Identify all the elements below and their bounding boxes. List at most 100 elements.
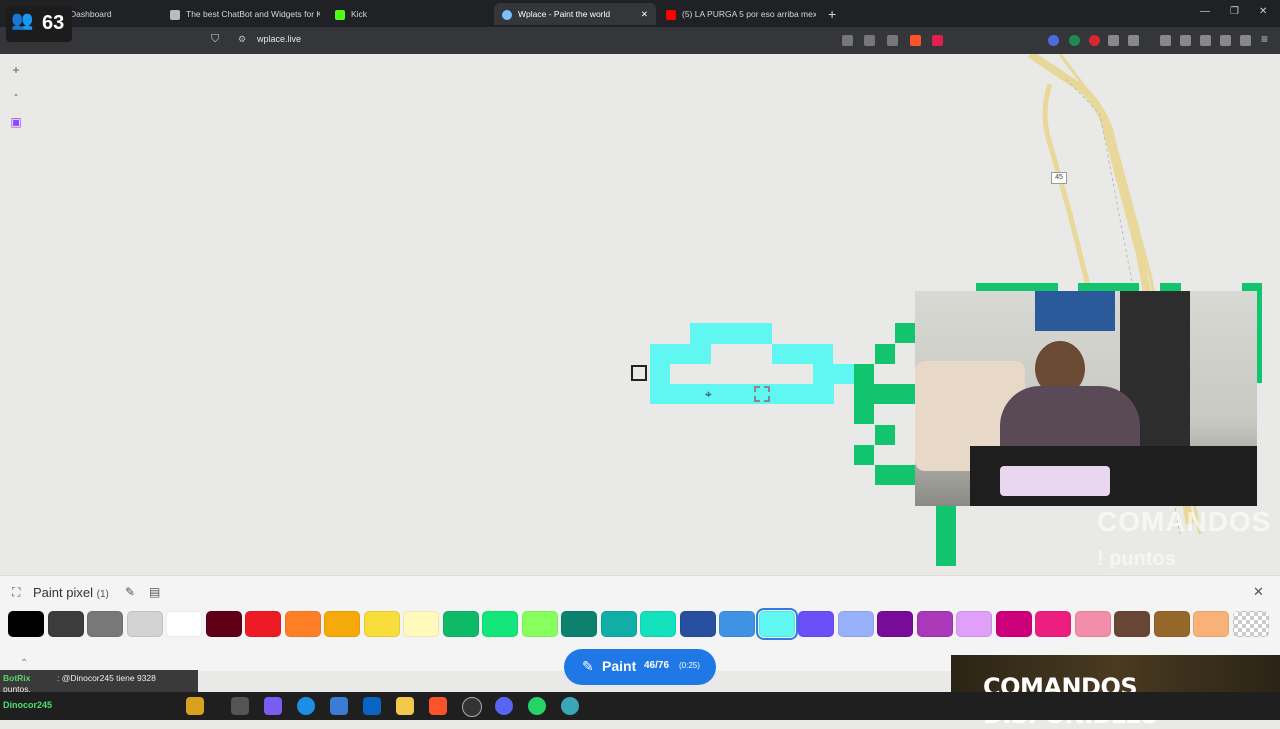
color-swatch[interactable]: [679, 611, 716, 637]
tab-label: Dashboard: [70, 9, 112, 19]
close-tab-icon[interactable]: ✕: [641, 3, 648, 25]
zoom-out-button[interactable]: -: [8, 86, 24, 102]
edge-icon[interactable]: [297, 697, 315, 715]
color-swatch[interactable]: [47, 611, 84, 637]
color-swatch[interactable]: [363, 611, 400, 637]
screen-icon[interactable]: [842, 35, 853, 46]
extension-5-icon[interactable]: [1128, 35, 1139, 46]
zoom-in-button[interactable]: +: [8, 62, 24, 78]
pixel-block: [650, 364, 670, 384]
color-swatch[interactable]: [403, 611, 439, 637]
copilot-icon[interactable]: [186, 697, 204, 715]
selected-pixel-marker[interactable]: [631, 365, 647, 381]
tab-dashboard[interactable]: Dashboard: [70, 3, 160, 25]
color-swatch[interactable]: [87, 611, 123, 637]
pixel-block: [650, 344, 711, 364]
bookmark-icon[interactable]: ⛉: [211, 33, 219, 46]
tab-label: Kick: [351, 9, 368, 19]
brush-icon: ✎: [582, 658, 594, 674]
store-icon[interactable]: [330, 697, 348, 715]
color-swatch[interactable]: [956, 611, 992, 637]
color-swatch[interactable]: [482, 611, 518, 637]
color-swatch[interactable]: [284, 611, 321, 637]
brave-icon[interactable]: [429, 697, 447, 715]
site-settings-icon[interactable]: ⚙: [238, 34, 246, 45]
color-swatch[interactable]: [1232, 611, 1269, 637]
expand-icon[interactable]: ⛶: [12, 585, 20, 600]
viewer-count: 63: [42, 12, 65, 34]
color-swatch[interactable]: [877, 611, 913, 637]
collapse-icon[interactable]: ⌃: [20, 658, 28, 669]
color-swatch[interactable]: [521, 611, 558, 637]
close-panel-icon[interactable]: ✕: [1253, 584, 1264, 600]
color-swatch[interactable]: [1114, 611, 1150, 637]
sidebar-icon[interactable]: [1180, 35, 1191, 46]
pixel-block: [874, 384, 915, 404]
discord-icon[interactable]: [495, 697, 513, 715]
leo-icon[interactable]: [1220, 35, 1231, 46]
color-swatch[interactable]: [640, 611, 676, 637]
wallet-icon[interactable]: [1200, 35, 1211, 46]
twitch-icon[interactable]: ▣: [8, 114, 24, 130]
minimize-icon[interactable]: —: [1200, 6, 1210, 17]
url-field[interactable]: wplace.live: [257, 34, 301, 44]
obs-icon[interactable]: [462, 697, 482, 717]
tab-kick[interactable]: Kick: [335, 3, 475, 25]
tab-youtube[interactable]: (5) LA PURGA 5 por eso arriba mexic: [666, 3, 816, 25]
task-view-icon[interactable]: [231, 697, 249, 715]
paint-button[interactable]: ✎ Paint 46/76 (0:25): [564, 649, 716, 685]
outlook-icon[interactable]: [363, 697, 381, 715]
brave-shield-icon[interactable]: [910, 35, 921, 46]
color-swatch[interactable]: [995, 611, 1032, 637]
color-swatch[interactable]: [8, 611, 44, 637]
color-swatch[interactable]: [245, 611, 281, 637]
whatsapp-icon[interactable]: [528, 697, 546, 715]
share-icon[interactable]: [887, 35, 898, 46]
color-swatch[interactable]: [205, 611, 242, 637]
color-swatch[interactable]: [561, 611, 597, 637]
color-swatch[interactable]: [916, 611, 953, 637]
poster: [1035, 291, 1115, 331]
translate-icon[interactable]: [864, 35, 875, 46]
media-icon[interactable]: [1160, 35, 1171, 46]
tab-botrix[interactable]: The best ChatBot and Widgets for Ki: [170, 3, 320, 25]
color-swatch[interactable]: [755, 608, 798, 640]
color-swatch[interactable]: [798, 611, 834, 637]
color-swatch[interactable]: [1193, 611, 1229, 637]
tab-label: Wplace - Paint the world: [518, 9, 611, 19]
webcam-overlay: [915, 291, 1257, 506]
color-swatch[interactable]: [1153, 611, 1190, 637]
close-window-icon[interactable]: ✕: [1259, 6, 1267, 17]
color-swatch[interactable]: [719, 611, 755, 637]
vpn-icon[interactable]: [1240, 35, 1251, 46]
new-tab-button[interactable]: +: [828, 3, 842, 25]
extension-2-icon[interactable]: [1069, 35, 1080, 46]
color-swatch[interactable]: [442, 611, 479, 637]
chat-sender: Dinocor245: [3, 700, 53, 710]
extension-4-icon[interactable]: [1108, 35, 1119, 46]
tab-wplace[interactable]: Wplace - Paint the world ✕: [494, 3, 656, 25]
paint-label: Paint: [602, 658, 637, 674]
color-swatch[interactable]: [126, 611, 163, 637]
copilot-app-icon[interactable]: [264, 697, 282, 715]
tab-label: The best ChatBot and Widgets for Ki: [186, 9, 320, 19]
restore-icon[interactable]: ❐: [1230, 6, 1239, 17]
extension-1-icon[interactable]: [1048, 35, 1059, 46]
taskbar: Dinocor245: [0, 692, 1280, 720]
color-swatch[interactable]: [600, 611, 637, 637]
delete-icon[interactable]: ▤: [149, 585, 160, 599]
panel-title: Paint pixel (1): [33, 585, 109, 600]
color-swatch[interactable]: [324, 611, 360, 637]
explorer-icon[interactable]: [396, 697, 414, 715]
app-icon[interactable]: [561, 697, 579, 715]
color-swatch[interactable]: [1035, 611, 1071, 637]
browser-tab-bar: Dashboard The best ChatBot and Widgets f…: [0, 0, 1280, 27]
color-swatch[interactable]: [166, 611, 202, 637]
brave-rewards-icon[interactable]: [932, 35, 943, 46]
extension-3-icon[interactable]: [1089, 35, 1100, 46]
pencil-icon[interactable]: ✎: [125, 585, 135, 599]
color-swatch[interactable]: [837, 611, 874, 637]
color-swatch[interactable]: [1074, 611, 1111, 637]
menu-icon[interactable]: ≡: [1261, 32, 1268, 46]
pixel-block: [895, 323, 915, 343]
